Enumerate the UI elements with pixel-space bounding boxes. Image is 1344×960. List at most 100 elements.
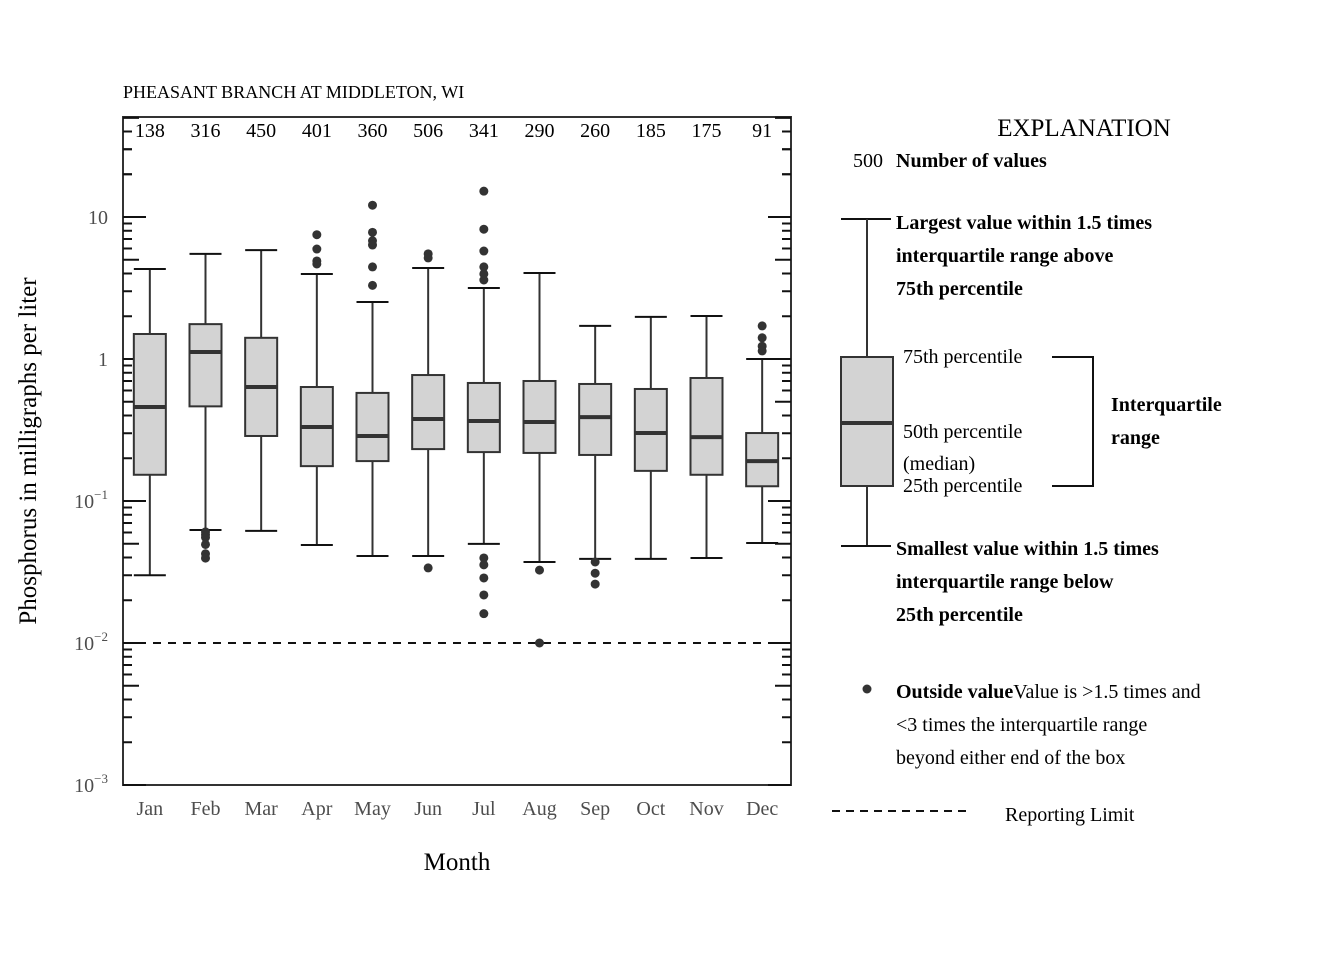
y-tick-label-exponent: −3 [94,771,108,786]
box-nov [689,314,724,559]
y-axis-label: Phosphorus in milligraphs per liter [15,277,42,625]
count-label: 91 [752,120,772,142]
box-series [132,186,780,648]
x-tick-label: Mar [245,798,279,820]
iqr-box [633,387,668,472]
outlier-point [590,568,600,578]
legend-iqr-bracket [1052,356,1094,487]
iqr-box [132,332,167,476]
outlier-point [479,573,489,583]
iqr-box [188,323,223,408]
x-tick-label: Aug [522,798,556,820]
outlier-point [757,333,767,343]
iqr-box [522,379,557,454]
legend-outlier-line-1: Outside valueValue is >1.5 times and [896,681,1201,703]
x-tick-label: Jun [414,798,442,820]
y-tick-label: 10−1 [74,487,108,513]
x-axis-label: Month [424,849,491,876]
outlier-point [368,227,377,237]
legend-median-label-1: 50th percentile [903,421,1023,443]
outlier-point [201,553,210,563]
outlier-point [423,563,433,573]
outlier-point [479,590,489,600]
x-tick-label: Oct [636,798,665,820]
legend-iqr-line-1: Interquartile [1111,394,1222,416]
outlier-point [368,280,377,290]
legend-q3-label: 75th percentile [903,346,1023,368]
count-label: 185 [636,120,666,142]
y-tick-label-base: 10 [74,775,94,797]
x-tick-label: Jan [136,798,163,820]
outlier-point [479,275,489,285]
legend-whisker-high-line-2: interquartile range above [896,245,1114,267]
outlier-point [312,244,322,254]
legend-outlier-line-2: <3 times the interquartile range [896,714,1147,736]
outlier-point [312,259,322,269]
y-tick-labels: 10−310−210−1110 [74,207,108,797]
box-sep [578,324,613,589]
box-oct [633,315,668,560]
legend-outlier-line-3: beyond either end of the box [896,747,1125,769]
outlier-point [423,253,433,263]
y-tick-label: 10−2 [74,629,108,655]
box-may [355,200,390,557]
legend-whisker-high-line-1: Largest value within 1.5 times [896,212,1152,234]
count-labels: 138 316 450 401 360 506 341 290 260 185 175 91 [135,120,772,142]
legend-whisker-low-line-2: interquartile range below [896,571,1114,593]
count-label: 260 [580,120,610,142]
x-tick-label: Sep [580,798,610,820]
x-tick-label: Nov [689,798,723,820]
count-label: 175 [692,120,722,142]
box-jan [132,268,167,577]
y-tick-label: 10 [88,207,108,229]
y-tick-label-base: 10 [74,491,94,513]
x-tick-label: May [354,798,391,820]
legend-median-label-2: (median) [903,453,975,475]
count-label: 341 [469,120,499,142]
y-tick-label-exponent: −1 [94,487,108,502]
box-apr [299,230,334,546]
outlier-point [479,560,489,570]
legend-count-label: Number of values [896,150,1047,172]
iqr-box [355,391,390,463]
x-tick-label: Feb [191,798,221,820]
legend-outlier-marker [862,684,872,694]
iqr-box [578,382,613,456]
legend-q1-label: 25th percentile [903,475,1023,497]
outlier-point [201,539,210,549]
x-tick-label: Dec [746,798,778,820]
outlier-point [535,638,544,648]
box-dec [745,321,780,545]
outlier-point [368,262,377,272]
legend-whisker-high-line-3: 75th percentile [896,278,1023,300]
boxplot-chart: PHEASANT BRANCH AT MIDDLETON, WI Phospho… [15,82,1222,876]
y-tick-label: 1 [98,349,108,371]
outlier-point [312,230,322,240]
legend-whisker-low-line-1: Smallest value within 1.5 times [896,538,1159,560]
outlier-point [368,240,377,250]
box-jul [466,186,501,619]
legend-count-example: 500 [853,150,883,172]
outlier-point [590,579,600,589]
y-tick-label-base: 10 [88,207,108,229]
chart-title: PHEASANT BRANCH AT MIDDLETON, WI [123,82,464,102]
box-jun [411,249,446,573]
x-tick-labels: Jan Feb Mar Apr May Jun Jul Aug Sep Oct Nov Dec [136,798,778,820]
box-feb [188,252,223,563]
box-aug [522,272,557,648]
iqr-box [411,374,446,451]
y-tick-label-base: 10 [74,633,94,655]
outlier-point [535,565,544,575]
y-tick-label-base: 1 [98,349,108,371]
outlier-point [479,186,489,196]
count-label: 450 [246,120,276,142]
legend-whisker-low-line-3: 25th percentile [896,604,1023,626]
outlier-point [757,346,767,356]
y-tick-label: 10−3 [74,771,108,797]
legend-iqr-line-2: range [1111,427,1160,449]
outlier-point [479,246,489,256]
outlier-point [757,321,767,331]
iqr-box [689,376,724,476]
outlier-point [479,224,489,234]
legend-outlier-desc-1: Value is >1.5 times and [1013,681,1200,703]
